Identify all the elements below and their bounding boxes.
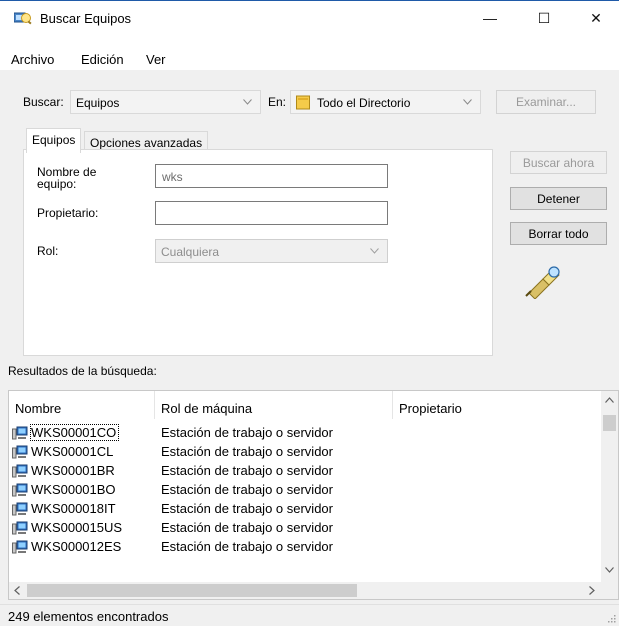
tab-equipos[interactable]: Equipos (26, 128, 82, 153)
scroll-up-icon[interactable] (605, 397, 614, 403)
computer-icon (12, 426, 28, 440)
find-label: Buscar: (23, 95, 64, 109)
scroll-left-icon[interactable] (14, 586, 20, 595)
close-button[interactable]: ✕ (573, 2, 619, 34)
row-role: Estación de trabajo o servidor (161, 482, 333, 497)
menu-edicion[interactable]: Edición (81, 52, 124, 67)
flashlight-search-icon (525, 266, 560, 299)
owner-input[interactable] (155, 201, 388, 225)
table-row[interactable]: WKS00001BR Estación de trabajo o servido… (9, 462, 604, 481)
scroll-right-icon[interactable] (589, 586, 595, 595)
scope-value: Todo el Directorio (317, 96, 411, 110)
computer-name-label: Nombre de equipo: (37, 165, 97, 191)
computer-icon (12, 483, 28, 497)
find-type-value: Equipos (76, 96, 120, 110)
table-row[interactable]: WKS000012ES Estación de trabajo o servid… (9, 538, 604, 557)
horizontal-scrollbar[interactable] (9, 582, 618, 599)
scroll-down-icon[interactable] (605, 567, 614, 573)
find-type-combo[interactable]: Equipos (70, 90, 261, 114)
menu-archivo[interactable]: Archivo (11, 52, 54, 67)
menu-bar: Archivo Edición Ver (0, 35, 619, 70)
computer-icon (12, 464, 28, 478)
row-role: Estación de trabajo o servidor (161, 520, 333, 535)
row-name: WKS000015US (31, 520, 123, 535)
menu-ver[interactable]: Ver (146, 52, 166, 67)
find-now-button[interactable]: Buscar ahora (510, 151, 607, 174)
maximize-button[interactable]: ☐ (521, 2, 567, 34)
status-bar: 249 elementos encontrados (0, 604, 619, 626)
title-bar[interactable]: Buscar Equipos — ☐ ✕ (0, 1, 619, 35)
table-row[interactable]: WKS00001BO Estación de trabajo o servido… (9, 481, 604, 500)
computer-name-value: wks (162, 170, 183, 184)
computer-icon (12, 540, 28, 554)
row-name: WKS00001CO (29, 424, 120, 441)
row-role: Estación de trabajo o servidor (161, 425, 333, 440)
column-header-nombre[interactable]: Nombre (9, 391, 155, 419)
column-header-rol[interactable]: Rol de máquina (155, 391, 393, 419)
role-label: Rol: (37, 244, 59, 258)
browse-button[interactable]: Examinar... (496, 90, 596, 114)
search-computers-icon (14, 12, 32, 25)
column-header-propietario[interactable]: Propietario (393, 391, 604, 419)
results-list[interactable]: Nombre Rol de máquina Propietario WKS000… (8, 390, 619, 600)
chevron-down-icon (463, 99, 472, 105)
row-role: Estación de trabajo o servidor (161, 463, 333, 478)
vertical-scrollbar[interactable] (601, 391, 618, 584)
row-role: Estación de trabajo o servidor (161, 539, 333, 554)
table-row[interactable]: WKS000015US Estación de trabajo o servid… (9, 519, 604, 538)
table-row[interactable]: WKS00001CL Estación de trabajo o servido… (9, 443, 604, 462)
folder-icon (296, 95, 310, 110)
computer-name-input[interactable]: wks (155, 164, 388, 188)
clear-all-button[interactable]: Borrar todo (510, 222, 607, 245)
vertical-scroll-thumb[interactable] (603, 415, 616, 431)
row-name: WKS000012ES (31, 539, 122, 554)
results-label: Resultados de la búsqueda: (8, 364, 157, 378)
window-title: Buscar Equipos (40, 11, 132, 26)
computer-icon (12, 521, 28, 535)
computer-icon (12, 502, 28, 516)
chevron-down-icon (243, 99, 252, 105)
scope-combo[interactable]: Todo el Directorio (290, 90, 481, 114)
minimize-button[interactable]: — (467, 2, 513, 34)
stop-button[interactable]: Detener (510, 187, 607, 210)
row-name: WKS000018IT (31, 501, 116, 516)
table-row[interactable]: WKS00001CO Estación de trabajo o servido… (9, 424, 604, 443)
status-text: 249 elementos encontrados (8, 609, 169, 624)
in-label: En: (268, 95, 287, 109)
table-row[interactable]: WKS000018IT Estación de trabajo o servid… (9, 500, 604, 519)
row-role: Estación de trabajo o servidor (161, 444, 333, 459)
owner-label: Propietario: (37, 206, 99, 220)
row-name: WKS00001CL (31, 444, 114, 459)
horizontal-scroll-thumb[interactable] (27, 584, 357, 597)
computer-icon (12, 445, 28, 459)
row-role: Estación de trabajo o servidor (161, 501, 333, 516)
role-value: Cualquiera (161, 245, 220, 259)
role-combo[interactable]: Cualquiera (155, 239, 388, 263)
resize-grip-icon[interactable] (606, 613, 616, 623)
row-name: WKS00001BO (31, 482, 116, 497)
chevron-down-icon (370, 248, 379, 254)
row-name: WKS00001BR (31, 463, 115, 478)
